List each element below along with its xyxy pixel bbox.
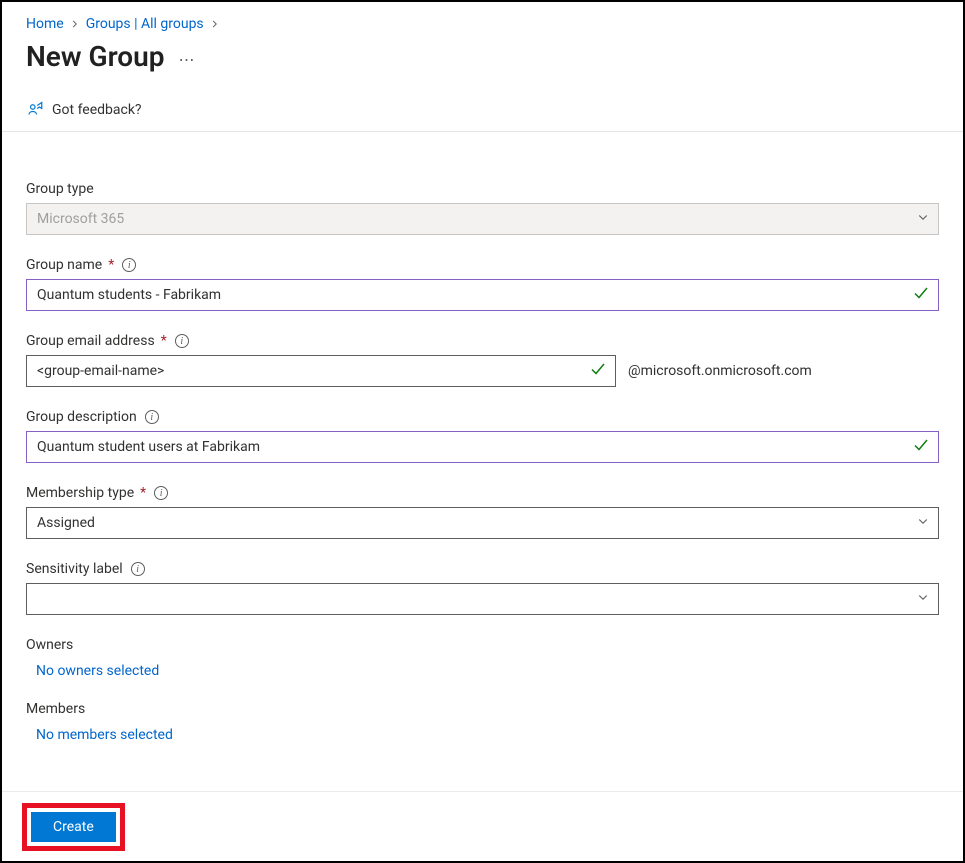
breadcrumb: Home Groups | All groups	[26, 16, 939, 32]
breadcrumb-home[interactable]: Home	[26, 16, 64, 32]
members-selected-link[interactable]: No members selected	[26, 727, 939, 743]
chevron-right-icon	[210, 19, 220, 29]
create-button[interactable]: Create	[31, 812, 116, 842]
sensitivity-label-label: Sensitivity label i	[26, 561, 939, 577]
group-name-label: Group name* i	[26, 257, 939, 273]
page-title: New Group	[26, 40, 165, 73]
info-icon[interactable]: i	[145, 410, 159, 424]
chevron-right-icon	[70, 19, 80, 29]
members-label: Members	[26, 701, 939, 717]
more-actions-button[interactable]: ⋯	[179, 44, 196, 69]
owners-selected-link[interactable]: No owners selected	[26, 663, 939, 679]
sensitivity-label-select[interactable]	[26, 583, 939, 615]
owners-label: Owners	[26, 637, 939, 653]
breadcrumb-groups[interactable]: Groups | All groups	[86, 16, 204, 32]
group-email-label: Group email address* i	[26, 333, 939, 349]
info-icon[interactable]: i	[131, 562, 145, 576]
info-icon[interactable]: i	[154, 486, 168, 500]
form-scroll-area[interactable]: Group type Microsoft 365 Group name* i	[2, 159, 963, 791]
create-button-highlight: Create	[22, 803, 125, 851]
info-icon[interactable]: i	[122, 258, 136, 272]
feedback-icon	[26, 101, 44, 119]
group-name-input[interactable]	[26, 279, 939, 311]
feedback-link[interactable]: Got feedback?	[2, 101, 963, 132]
group-email-input[interactable]	[26, 355, 616, 387]
footer-bar: Create	[2, 791, 963, 861]
membership-type-select[interactable]: Assigned	[26, 507, 939, 539]
feedback-text: Got feedback?	[52, 102, 142, 118]
info-icon[interactable]: i	[175, 334, 189, 348]
group-description-input[interactable]	[26, 431, 939, 463]
group-type-select[interactable]: Microsoft 365	[26, 203, 939, 235]
email-domain-text: @microsoft.onmicrosoft.com	[628, 363, 812, 379]
group-description-label: Group description i	[26, 409, 939, 425]
group-type-label: Group type	[26, 181, 939, 197]
membership-type-label: Membership type* i	[26, 485, 939, 501]
